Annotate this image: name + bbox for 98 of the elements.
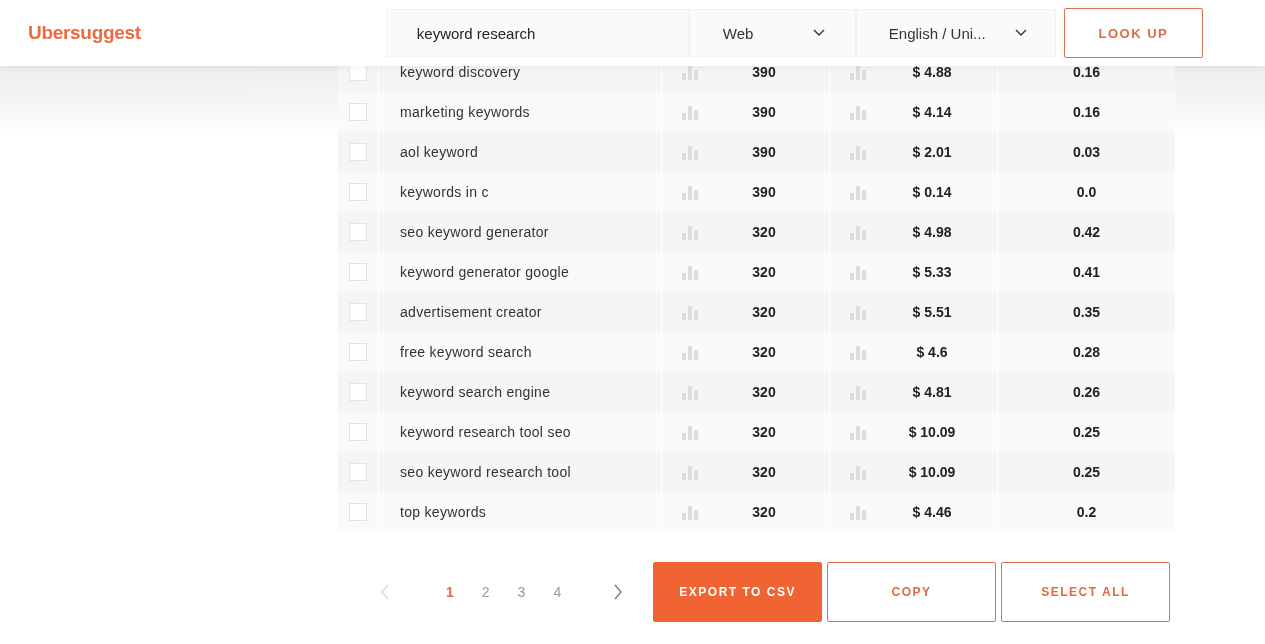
bar-chart-icon[interactable]: [682, 64, 698, 80]
bar-chart-icon[interactable]: [850, 424, 866, 440]
bar-chart-icon[interactable]: [682, 184, 698, 200]
search-volume: 320: [751, 384, 777, 400]
page-link[interactable]: 4: [553, 584, 562, 600]
keyword-text: top keywords: [400, 504, 487, 520]
bar-chart-icon[interactable]: [850, 184, 866, 200]
bar-chart-icon[interactable]: [850, 464, 866, 480]
next-page-icon[interactable]: [613, 584, 624, 600]
cost-per-click: $ 4.46: [911, 504, 953, 520]
keyword-text: keywords in c: [400, 184, 489, 200]
cost-per-click: $ 2.01: [911, 144, 953, 160]
chevron-down-icon: [812, 29, 825, 37]
chevron-down-icon: [1014, 29, 1027, 37]
cost-per-click: $ 4.14: [911, 104, 953, 120]
row-checkbox[interactable]: [349, 143, 367, 161]
keyword-text: advertisement creator: [400, 304, 542, 320]
copy-button[interactable]: COPY: [827, 562, 997, 622]
keyword-text: seo keyword generator: [400, 224, 549, 240]
search-volume: 390: [751, 184, 777, 200]
row-checkbox[interactable]: [349, 343, 367, 361]
search-volume: 320: [751, 344, 777, 360]
bar-chart-icon[interactable]: [682, 224, 698, 240]
search-volume: 320: [751, 424, 777, 440]
cost-per-click: $ 10.09: [907, 464, 957, 480]
bar-chart-icon[interactable]: [850, 64, 866, 80]
platform-dropdown[interactable]: Web: [688, 9, 856, 57]
row-checkbox[interactable]: [349, 303, 367, 321]
page-link[interactable]: 2: [481, 584, 490, 600]
bar-chart-icon[interactable]: [682, 424, 698, 440]
seo-difficulty: 0.25: [1072, 464, 1101, 480]
seo-difficulty: 0.26: [1072, 384, 1101, 400]
bar-chart-icon[interactable]: [850, 344, 866, 360]
keyword-text: keyword search engine: [400, 384, 551, 400]
bar-chart-icon[interactable]: [850, 504, 866, 520]
bar-chart-icon[interactable]: [850, 144, 866, 160]
row-checkbox[interactable]: [349, 103, 367, 121]
bar-chart-icon[interactable]: [682, 504, 698, 520]
seo-difficulty: 0.2: [1076, 504, 1097, 520]
bar-chart-icon[interactable]: [850, 264, 866, 280]
cost-per-click: $ 4.88: [911, 64, 953, 80]
bar-chart-icon[interactable]: [850, 104, 866, 120]
row-checkbox[interactable]: [349, 423, 367, 441]
keyword-text: seo keyword research tool: [400, 464, 571, 480]
keyword-text: aol keyword: [400, 144, 478, 160]
cost-per-click: $ 5.33: [911, 264, 953, 280]
bar-chart-icon[interactable]: [682, 464, 698, 480]
keyword-text: keyword research tool seo: [400, 424, 571, 440]
search-volume: 320: [751, 464, 777, 480]
seo-difficulty: 0.41: [1072, 264, 1101, 280]
cost-per-click: $ 4.81: [911, 384, 953, 400]
search-volume: 320: [751, 304, 777, 320]
search-volume: 390: [751, 144, 777, 160]
keyword-text: free keyword search: [400, 344, 532, 360]
bar-chart-icon[interactable]: [850, 224, 866, 240]
seo-difficulty: 0.35: [1072, 304, 1101, 320]
search-volume: 320: [751, 224, 777, 240]
bar-chart-icon[interactable]: [682, 104, 698, 120]
row-checkbox[interactable]: [349, 383, 367, 401]
seo-difficulty: 0.25: [1072, 424, 1101, 440]
page-link[interactable]: 1: [446, 584, 454, 600]
row-checkbox[interactable]: [349, 263, 367, 281]
cost-per-click: $ 4.6: [915, 344, 949, 360]
bar-chart-icon[interactable]: [682, 384, 698, 400]
seo-difficulty: 0.03: [1072, 144, 1101, 160]
cost-per-click: $ 10.09: [907, 424, 957, 440]
seo-difficulty: 0.16: [1072, 64, 1101, 80]
page-link[interactable]: 3: [517, 584, 526, 600]
cost-per-click: $ 4.98: [911, 224, 953, 240]
cost-per-click: $ 0.14: [911, 184, 953, 200]
logo[interactable]: Ubersuggest: [28, 22, 141, 44]
row-checkbox[interactable]: [349, 463, 367, 481]
keyword-text: keyword discovery: [400, 64, 521, 80]
seo-difficulty: 0.0: [1076, 184, 1097, 200]
language-dropdown[interactable]: English / Uni...: [855, 9, 1056, 57]
row-checkbox[interactable]: [349, 503, 367, 521]
bar-chart-icon[interactable]: [682, 304, 698, 320]
bar-chart-icon[interactable]: [682, 344, 698, 360]
seo-difficulty: 0.28: [1072, 344, 1101, 360]
select-all-button[interactable]: SELECT ALL: [1001, 562, 1170, 622]
bar-chart-icon[interactable]: [682, 144, 698, 160]
search-volume: 320: [751, 504, 777, 520]
bar-chart-icon[interactable]: [850, 304, 866, 320]
search-field[interactable]: keyword research: [385, 9, 689, 57]
row-checkbox[interactable]: [349, 183, 367, 201]
search-volume: 390: [751, 64, 777, 80]
search-volume: 390: [751, 104, 777, 120]
bar-chart-icon[interactable]: [682, 264, 698, 280]
seo-difficulty: 0.16: [1072, 104, 1101, 120]
look-up-button[interactable]: LOOK UP: [1063, 8, 1203, 58]
export-button[interactable]: EXPORT TO CSV: [653, 562, 823, 622]
keyword-text: keyword generator google: [400, 264, 570, 280]
cost-per-click: $ 5.51: [911, 304, 953, 320]
row-checkbox[interactable]: [349, 223, 367, 241]
search-volume: 320: [751, 264, 777, 280]
bar-chart-icon[interactable]: [850, 384, 866, 400]
seo-difficulty: 0.42: [1072, 224, 1101, 240]
keyword-text: marketing keywords: [400, 104, 530, 120]
